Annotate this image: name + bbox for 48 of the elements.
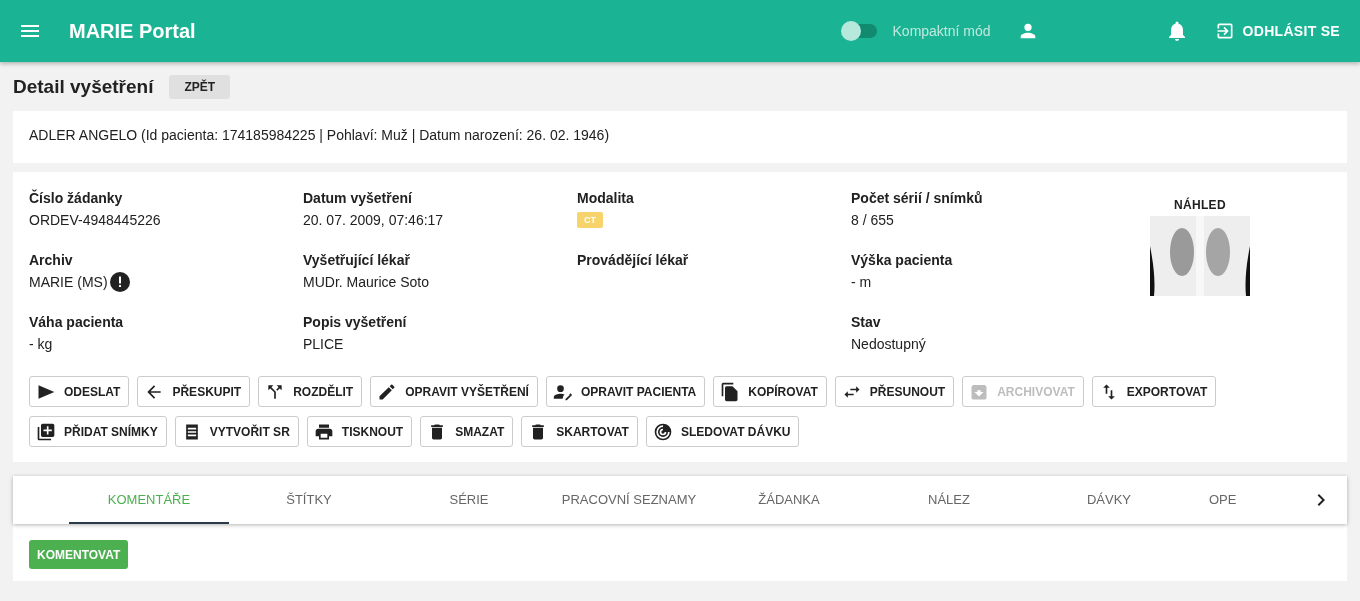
tab[interactable]: OPE — [1189, 476, 1251, 524]
compact-mode-label: Kompaktní mód — [892, 23, 991, 39]
field-value: - kg — [29, 336, 53, 352]
tab[interactable]: NÁLEZ — [869, 476, 1029, 524]
modality-badge: CT — [577, 212, 603, 228]
app-title: MARIE Portal — [69, 19, 196, 43]
tab[interactable]: ŠTÍTKY — [229, 476, 389, 524]
field-value: - m — [851, 274, 872, 290]
field-label: Váha pacienta — [29, 314, 125, 330]
field-value: 20. 07. 2009, 07:46:17 — [303, 212, 444, 228]
field-label: Číslo žádanky — [29, 190, 124, 206]
field-label: Výška pacienta — [851, 252, 954, 268]
action-button[interactable]: ODESLAT — [29, 376, 130, 407]
field-label: Popis vyšetření — [303, 314, 408, 330]
action-button[interactable]: PŘESUNOUT — [834, 376, 955, 407]
action-button[interactable]: TISKNOUT — [306, 416, 413, 447]
field-value: ORDEV-4948445226 — [29, 212, 161, 228]
action-button[interactable]: SKARTOVAT — [521, 416, 638, 447]
action-button[interactable]: PŘESKUPIT — [137, 376, 251, 407]
back-button[interactable]: ZPĚT — [169, 75, 231, 99]
tab[interactable]: PRACOVNÍ SEZNAMY — [549, 476, 709, 524]
action-button[interactable]: EXPORTOVAT — [1091, 376, 1217, 407]
field-label: Vyšetřující lékař — [303, 252, 411, 268]
field-value: PLICE — [303, 336, 344, 352]
field-value: 8 / 655 — [851, 212, 894, 228]
field-label: Datum vyšetření — [303, 190, 413, 206]
field-value: MARIE (MS) — [29, 274, 108, 290]
field-label: Archiv — [29, 252, 74, 268]
page-title: Detail vyšetření — [13, 76, 154, 98]
action-button[interactable]: OPRAVIT VYŠETŘENÍ — [370, 376, 538, 407]
field-value: Nedostupný — [851, 336, 926, 352]
field-label: Stav — [851, 314, 882, 330]
action-button[interactable]: ROZDĚLIT — [258, 376, 363, 407]
tab[interactable]: DÁVKY — [1029, 476, 1189, 524]
field-value: MUDr. Maurice Soto — [303, 274, 430, 290]
action-button[interactable]: OPRAVIT PACIENTA — [545, 376, 706, 407]
patient-info: ADLER ANGELO (Id pacienta: 174185984225 | Pohlaví: Muž | Datum narození: 26. 02. 1946) — [29, 127, 610, 143]
action-button[interactable]: SLEDOVAT DÁVKU — [645, 416, 800, 447]
field-label: Modalita — [577, 190, 635, 206]
tab[interactable]: SÉRIE — [389, 476, 549, 524]
action-button[interactable]: KOPÍROVAT — [713, 376, 827, 407]
preview-label: NÁHLED — [1174, 198, 1226, 212]
action-button[interactable]: SMAZAT — [420, 416, 514, 447]
action-button[interactable]: PŘIDAT SNÍMKY — [29, 416, 167, 447]
field-label: Provádějící lékař — [577, 252, 690, 268]
action-button[interactable]: VYTVOŘIT SR — [174, 416, 299, 447]
tab[interactable]: ŽÁDANKA — [709, 476, 869, 524]
field-label: Počet sérií / snímků — [851, 190, 984, 206]
